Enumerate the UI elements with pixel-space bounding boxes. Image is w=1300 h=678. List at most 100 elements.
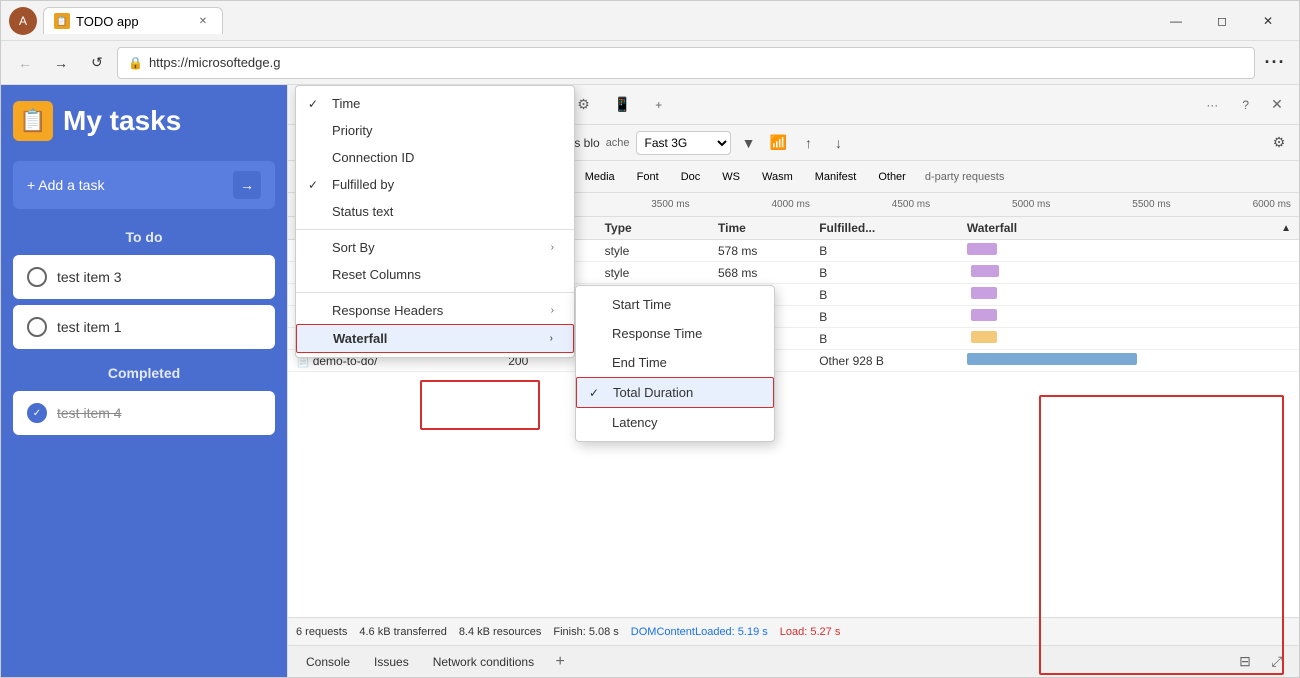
filter-ws-button[interactable]: WS <box>713 168 749 186</box>
col-fulfilled[interactable]: Fulfilled... <box>811 217 959 240</box>
lock-icon: 🔒 <box>128 56 143 70</box>
bottom-tab-network-conditions[interactable]: Network conditions <box>423 651 544 673</box>
col-type[interactable]: Type <box>597 217 710 240</box>
menu-item-priority[interactable]: Priority <box>296 117 574 144</box>
devtools-bottom-tabs: Console Issues Network conditions + ⊟ ⤢ <box>288 645 1299 677</box>
row-time: 578 ms <box>710 240 811 262</box>
submenu-latency[interactable]: Latency <box>576 408 774 437</box>
browser-tab[interactable]: 📋 TODO app ✕ <box>43 7 223 34</box>
device-icon: 📱 <box>614 96 631 113</box>
resources-size: 8.4 kB resources <box>459 626 542 638</box>
filter-font-button[interactable]: Font <box>628 168 668 186</box>
throttle-down-icon[interactable]: ▼ <box>737 131 761 155</box>
add-tab-button[interactable]: + <box>548 650 572 674</box>
timeline-5500ms: 5500 ms <box>1132 199 1170 210</box>
refresh-button[interactable]: ↺ <box>81 47 113 79</box>
row-fulfilled: Other 928 B <box>811 350 959 372</box>
row-waterfall <box>959 306 1299 328</box>
menu-item-reset-columns[interactable]: Reset Columns <box>296 261 574 288</box>
more-options-button[interactable]: ··· <box>1259 47 1291 79</box>
row-time: 568 ms <box>710 262 811 284</box>
menu-item-connection-id[interactable]: Connection ID <box>296 144 574 171</box>
browser-window: A 📋 TODO app ✕ — ◻ ✕ ← → ↺ 🔒 https://mic… <box>0 0 1300 678</box>
completed-task-item[interactable]: ✓ test item 4 <box>13 391 275 435</box>
menu-item-waterfall-label: Waterfall <box>333 331 387 346</box>
main-area: 📋 My tasks + Add a task → To do test ite… <box>1 85 1299 677</box>
devtools-tab-add[interactable]: + <box>645 92 672 118</box>
submenu-start-time[interactable]: Start Time <box>576 290 774 319</box>
minimize-button[interactable]: — <box>1153 5 1199 37</box>
filter-media-button[interactable]: Media <box>576 168 624 186</box>
menu-item-sort-by-label: Sort By <box>332 240 375 255</box>
menu-item-response-headers-label: Response Headers <box>332 303 443 318</box>
third-party-label: d-party requests <box>925 171 1004 183</box>
devtools-help-button[interactable]: ? <box>1232 92 1259 118</box>
add-task-arrow: → <box>233 171 261 199</box>
maximize-button[interactable]: ◻ <box>1199 5 1245 37</box>
settings-icon: ⚙ <box>577 96 590 113</box>
submenu-response-time[interactable]: Response Time <box>576 319 774 348</box>
close-button[interactable]: ✕ <box>1245 5 1291 37</box>
devtools-more-button[interactable]: ··· <box>1196 92 1228 118</box>
filter-doc-button[interactable]: Doc <box>672 168 710 186</box>
cache-label: ache <box>606 137 630 149</box>
network-settings-icon[interactable]: ⚙ <box>1267 131 1291 155</box>
add-task-button[interactable]: + Add a task → <box>13 161 275 209</box>
throttle-select[interactable]: Fast 3G Slow 3G No throttling <box>636 131 731 155</box>
filter-wasm-button[interactable]: Wasm <box>753 168 802 186</box>
menu-divider <box>296 292 574 293</box>
submenu-arrow-icon: › <box>550 333 553 344</box>
row-waterfall <box>959 240 1299 262</box>
submenu-end-time-label: End Time <box>612 355 667 370</box>
timeline-5000ms: 5000 ms <box>1012 199 1050 210</box>
export-up-icon[interactable]: ↑ <box>797 131 821 155</box>
domcontent-time: DOMContentLoaded: 5.19 s <box>631 626 768 638</box>
completed-task-checkbox[interactable]: ✓ <box>27 403 47 423</box>
task-item[interactable]: test item 1 <box>13 305 275 349</box>
menu-item-fulfilled-label: Fulfilled by <box>332 177 394 192</box>
menu-item-time[interactable]: ✓ Time <box>296 90 574 117</box>
menu-item-sort-by[interactable]: Sort By › <box>296 234 574 261</box>
menu-item-fulfilled-by[interactable]: ✓ Fulfilled by <box>296 171 574 198</box>
submenu-latency-label: Latency <box>612 415 658 430</box>
bottom-tab-issues[interactable]: Issues <box>364 651 419 673</box>
import-icon[interactable]: 📶 <box>767 131 791 155</box>
menu-item-status-text[interactable]: Status text <box>296 198 574 225</box>
check-icon: ✓ <box>308 178 318 192</box>
row-fulfilled: B <box>811 262 959 284</box>
dock-icon[interactable]: ⊟ <box>1231 648 1259 676</box>
filter-other-button[interactable]: Other <box>869 168 915 186</box>
submenu-start-time-label: Start Time <box>612 297 671 312</box>
timeline-4500ms: 4500 ms <box>892 199 930 210</box>
filter-manifest-button[interactable]: Manifest <box>806 168 866 186</box>
app-title: My tasks <box>63 105 181 137</box>
devtools-tab-device[interactable]: 📱 <box>604 90 641 119</box>
profile-avatar[interactable]: A <box>9 7 37 35</box>
title-bar: A 📋 TODO app ✕ — ◻ ✕ <box>1 1 1299 41</box>
forward-button[interactable]: → <box>45 47 77 79</box>
menu-item-waterfall[interactable]: Waterfall › <box>296 324 574 353</box>
menu-item-response-headers[interactable]: Response Headers › <box>296 297 574 324</box>
submenu-total-duration[interactable]: ✓ Total Duration <box>576 377 774 408</box>
task-checkbox[interactable] <box>27 317 47 337</box>
row-fulfilled: B <box>811 284 959 306</box>
tab-close-button[interactable]: ✕ <box>194 12 212 30</box>
task-item[interactable]: test item 3 <box>13 255 275 299</box>
row-fulfilled: B <box>811 306 959 328</box>
task-checkbox[interactable] <box>27 267 47 287</box>
col-waterfall[interactable]: Waterfall ▲ <box>959 217 1299 240</box>
row-type: style <box>597 240 710 262</box>
submenu-end-time[interactable]: End Time <box>576 348 774 377</box>
url-bar[interactable]: 🔒 https://microsoftedge.g <box>117 47 1255 79</box>
submenu-response-time-label: Response Time <box>612 326 702 341</box>
undock-icon[interactable]: ⤢ <box>1263 648 1291 676</box>
finish-time: Finish: 5.08 s <box>553 626 618 638</box>
address-bar: ← → ↺ 🔒 https://microsoftedge.g ··· <box>1 41 1299 85</box>
bottom-tab-console[interactable]: Console <box>296 651 360 673</box>
timeline-3500ms: 3500 ms <box>651 199 689 210</box>
col-time[interactable]: Time <box>710 217 811 240</box>
export-down-icon[interactable]: ↓ <box>827 131 851 155</box>
back-button[interactable]: ← <box>9 47 41 79</box>
devtools-close-button[interactable]: ✕ <box>1263 91 1291 119</box>
add-panel-icon: + <box>655 98 662 112</box>
